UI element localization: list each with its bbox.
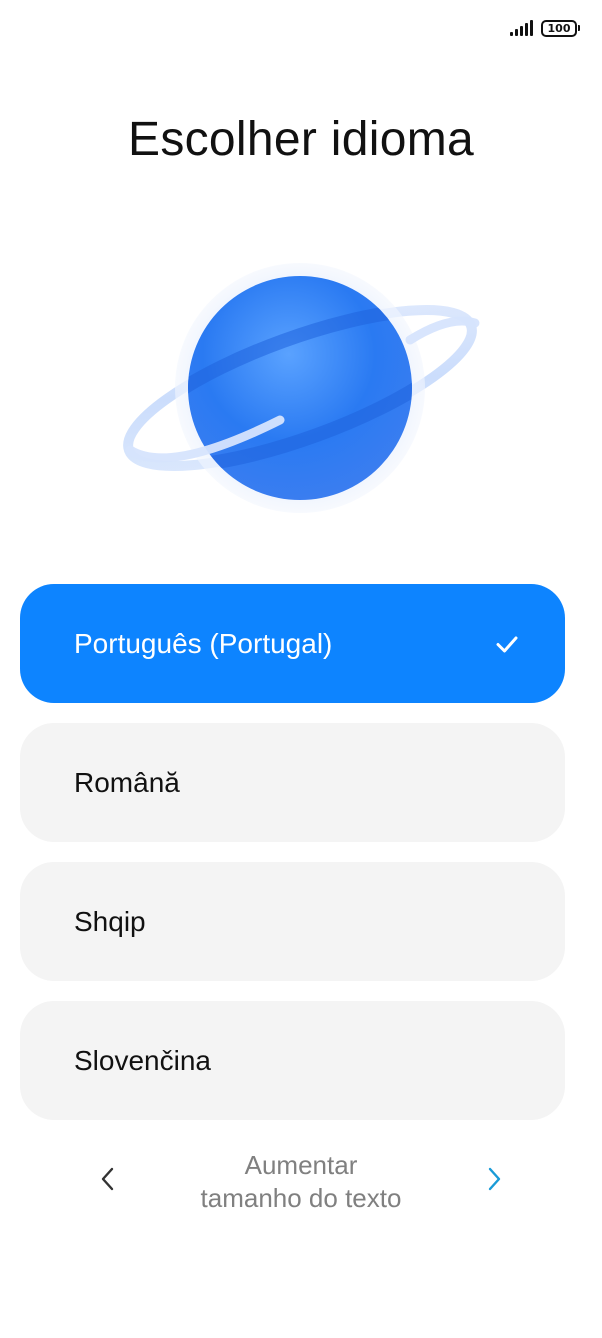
language-label: Shqip [74,905,146,937]
language-option-portugues[interactable]: Português (Portugal) [20,584,565,703]
battery-icon: 100 [541,19,580,37]
chevron-right-icon [488,1167,501,1191]
language-option-romana[interactable]: Română [20,723,565,842]
language-option-shqip[interactable]: Shqip [20,862,565,981]
planet-icon [123,263,480,513]
text-size-control: Aumentar tamanho do texto [0,1145,602,1225]
next-button[interactable] [474,1159,514,1199]
language-label: Português (Portugal) [74,627,333,659]
language-option-slovencina[interactable]: Slovenčina [20,1001,565,1120]
check-icon [496,636,518,652]
battery-level: 100 [541,19,577,37]
status-bar: 100 [510,14,580,42]
language-label: Slovenčina [74,1044,211,1076]
language-list: Português (Portugal) Română Shqip Sloven… [20,584,565,1140]
signal-bars-icon [510,20,533,36]
language-label: Română [74,766,180,798]
page-title: Escolher idioma [128,113,474,166]
